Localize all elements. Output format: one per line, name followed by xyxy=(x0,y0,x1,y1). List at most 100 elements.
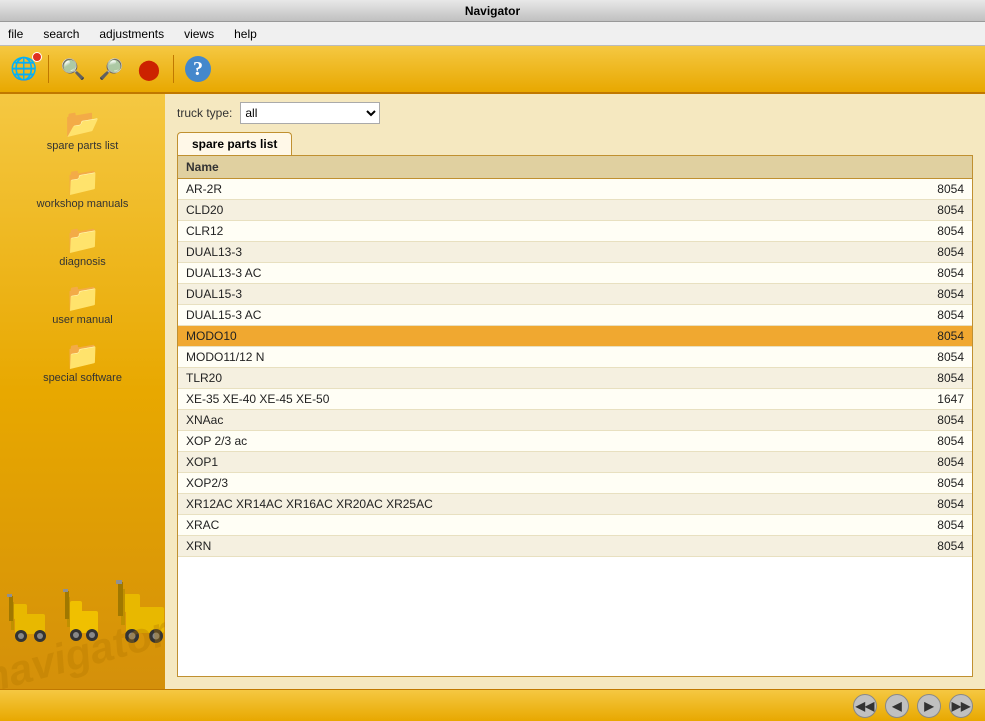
table-row[interactable]: DUAL13-3 AC8054 xyxy=(178,263,972,284)
cell-name: XOP 2/3 ac xyxy=(178,431,861,452)
table-row[interactable]: DUAL15-38054 xyxy=(178,284,972,305)
sidebar-item-special-software-label: special software xyxy=(43,372,122,384)
table-row[interactable]: TLR208054 xyxy=(178,368,972,389)
globe-button[interactable]: 🌐 xyxy=(8,53,40,85)
table-row[interactable]: XR12AC XR14AC XR16AC XR20AC XR25AC8054 xyxy=(178,494,972,515)
truck-svg-1 xyxy=(5,584,60,649)
col-code xyxy=(861,156,972,179)
nav-last-button[interactable]: ▶▶ xyxy=(949,694,973,718)
truck-illustrations xyxy=(5,569,165,649)
bottom-bar: ◀◀ ◀ ▶ ▶▶ xyxy=(0,689,985,721)
sidebar-item-user-manual-label: user manual xyxy=(52,314,113,326)
zoom-button[interactable]: 🔎 xyxy=(95,53,127,85)
folder-icon-workshop: 📁 xyxy=(65,168,100,196)
sidebar-item-spare-parts-list[interactable]: 📂 spare parts list xyxy=(13,104,153,158)
cell-name: XE-35 XE-40 XE-45 XE-50 xyxy=(178,389,861,410)
main-layout: 📂 spare parts list 📁 workshop manuals 📁 … xyxy=(0,94,985,689)
table-row[interactable]: XE-35 XE-40 XE-45 XE-501647 xyxy=(178,389,972,410)
toolbar-separator-2 xyxy=(173,55,174,83)
cell-code: 8054 xyxy=(861,263,972,284)
table-row[interactable]: AR-2R8054 xyxy=(178,179,972,200)
menu-item-file[interactable]: file xyxy=(4,25,27,43)
table-row[interactable]: XOP2/38054 xyxy=(178,473,972,494)
cell-code: 8054 xyxy=(861,221,972,242)
table-row[interactable]: XRN8054 xyxy=(178,536,972,557)
table-row[interactable]: XNAac8054 xyxy=(178,410,972,431)
table-row[interactable]: XOP 2/3 ac8054 xyxy=(178,431,972,452)
cell-code: 8054 xyxy=(861,305,972,326)
table-row[interactable]: XRAC8054 xyxy=(178,515,972,536)
folder-icon-user-manual: 📁 xyxy=(65,284,100,312)
cell-code: 8054 xyxy=(861,200,972,221)
tab-spare-parts-list[interactable]: spare parts list xyxy=(177,132,292,155)
menu-bar: file search adjustments views help xyxy=(0,22,985,46)
cell-code: 8054 xyxy=(861,347,972,368)
sidebar-item-diagnosis-label: diagnosis xyxy=(59,256,105,268)
cell-name: DUAL13-3 AC xyxy=(178,263,861,284)
app-title: Navigator xyxy=(465,4,520,18)
table-row[interactable]: CLR128054 xyxy=(178,221,972,242)
help-button[interactable]: ? xyxy=(182,53,214,85)
cell-name: XOP2/3 xyxy=(178,473,861,494)
cell-code: 8054 xyxy=(861,410,972,431)
title-bar: Navigator xyxy=(0,0,985,22)
nav-first-button[interactable]: ◀◀ xyxy=(853,694,877,718)
folder-icon: 📂 xyxy=(65,110,100,138)
cell-name: AR-2R xyxy=(178,179,861,200)
cell-name: DUAL15-3 AC xyxy=(178,305,861,326)
folder-icon-special-software: 📁 xyxy=(65,342,100,370)
truck-type-label: truck type: xyxy=(177,106,232,120)
cell-name: XR12AC XR14AC XR16AC XR20AC XR25AC xyxy=(178,494,861,515)
sidebar-item-workshop-manuals[interactable]: 📁 workshop manuals xyxy=(13,162,153,216)
cell-name: CLR12 xyxy=(178,221,861,242)
nav-prev-button[interactable]: ◀ xyxy=(885,694,909,718)
sidebar-item-special-software[interactable]: 📁 special software xyxy=(13,336,153,390)
cell-name: DUAL13-3 xyxy=(178,242,861,263)
table-row[interactable]: XOP18054 xyxy=(178,452,972,473)
spare-parts-table: Name AR-2R8054CLD208054CLR128054DUAL13-3… xyxy=(178,156,972,557)
folder-icon-diagnosis: 📁 xyxy=(65,226,100,254)
cell-name: XNAac xyxy=(178,410,861,431)
content-area: truck type: alltype Atype Btype C spare … xyxy=(165,94,985,689)
table-body: AR-2R8054CLD208054CLR128054DUAL13-38054D… xyxy=(178,179,972,557)
cell-name: XRN xyxy=(178,536,861,557)
table-row[interactable]: CLD208054 xyxy=(178,200,972,221)
cell-name: DUAL15-3 xyxy=(178,284,861,305)
filter-area: truck type: alltype Atype Btype C xyxy=(165,94,985,132)
sidebar-item-workshop-manuals-label: workshop manuals xyxy=(37,198,129,210)
sidebar-item-spare-parts-list-label: spare parts list xyxy=(47,140,119,152)
cell-name: MODO11/12 N xyxy=(178,347,861,368)
cell-name: XRAC xyxy=(178,515,861,536)
menu-item-adjustments[interactable]: adjustments xyxy=(95,25,168,43)
table-row[interactable]: DUAL13-38054 xyxy=(178,242,972,263)
cell-code: 1647 xyxy=(861,389,972,410)
menu-item-search[interactable]: search xyxy=(39,25,83,43)
cell-code: 8054 xyxy=(861,473,972,494)
sidebar-item-user-manual[interactable]: 📁 user manual xyxy=(13,278,153,332)
sidebar: 📂 spare parts list 📁 workshop manuals 📁 … xyxy=(0,94,165,689)
cell-code: 8054 xyxy=(861,431,972,452)
search-button[interactable]: 🔍 xyxy=(57,53,89,85)
menu-item-help[interactable]: help xyxy=(230,25,261,43)
cell-code: 8054 xyxy=(861,326,972,347)
cell-code: 8054 xyxy=(861,179,972,200)
cell-code: 8054 xyxy=(861,284,972,305)
tab-bar: spare parts list xyxy=(165,132,985,155)
cell-name: CLD20 xyxy=(178,200,861,221)
nav-next-button[interactable]: ▶ xyxy=(917,694,941,718)
cell-code: 8054 xyxy=(861,536,972,557)
table-header: Name xyxy=(178,156,972,179)
table-row[interactable]: DUAL15-3 AC8054 xyxy=(178,305,972,326)
col-name: Name xyxy=(178,156,861,179)
table-row[interactable]: MODO11/12 N8054 xyxy=(178,347,972,368)
menu-item-views[interactable]: views xyxy=(180,25,218,43)
sidebar-item-diagnosis[interactable]: 📁 diagnosis xyxy=(13,220,153,274)
cell-code: 8054 xyxy=(861,242,972,263)
table-container[interactable]: Name AR-2R8054CLD208054CLR128054DUAL13-3… xyxy=(177,155,973,677)
cell-name: XOP1 xyxy=(178,452,861,473)
stop-button[interactable]: ⬤ xyxy=(133,53,165,85)
truck-type-select[interactable]: alltype Atype Btype C xyxy=(240,102,380,124)
table-row[interactable]: MODO108054 xyxy=(178,326,972,347)
cell-code: 8054 xyxy=(861,452,972,473)
cell-code: 8054 xyxy=(861,494,972,515)
